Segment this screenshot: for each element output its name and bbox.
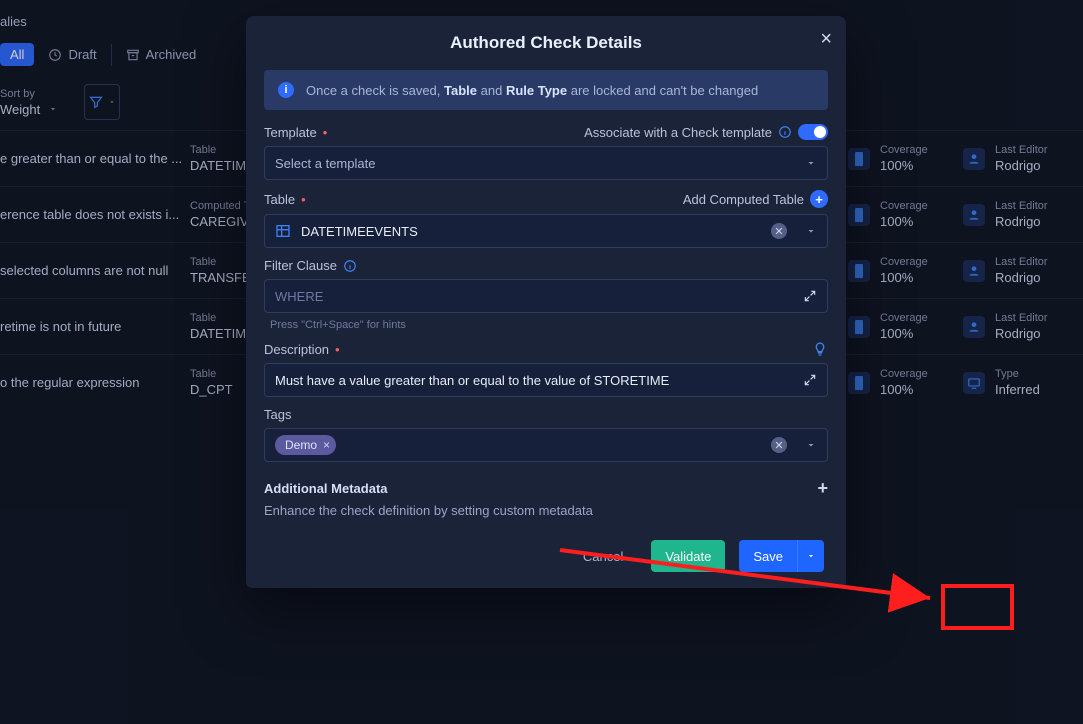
add-metadata-button[interactable]: + [817,478,828,499]
expand-icon[interactable] [803,373,817,387]
validate-button[interactable]: Validate [651,540,725,572]
add-computed-button[interactable]: + [810,190,828,208]
expand-icon[interactable] [803,289,817,303]
tag-chip[interactable]: Demo × [275,435,336,455]
table-label: Table [264,192,295,207]
description-value: Must have a value greater than or equal … [275,373,669,388]
additional-metadata-sub: Enhance the check definition by setting … [264,503,828,518]
tags-label: Tags [264,407,291,422]
clear-icon[interactable]: ✕ [771,223,787,239]
save-button[interactable]: Save [739,540,797,572]
filter-placeholder: WHERE [275,289,323,304]
cancel-button[interactable]: Cancel [569,540,637,572]
additional-metadata-header: Additional Metadata + [264,478,828,499]
add-computed-label[interactable]: Add Computed Table [683,192,804,207]
template-label: Template [264,125,317,140]
save-dropdown[interactable] [797,540,824,572]
required-indicator: • [335,342,340,357]
table-select[interactable]: DATETIMEEVENTS ✕ [264,214,828,248]
tags-input[interactable]: Demo × ✕ [264,428,828,462]
associate-toggle[interactable] [798,124,828,140]
info-banner: i Once a check is saved, Table and Rule … [264,70,828,110]
chevron-down-icon [805,157,817,169]
remove-tag-icon[interactable]: × [323,438,330,452]
chevron-down-icon [805,225,817,237]
required-indicator: • [323,125,328,140]
info-icon[interactable] [778,125,792,139]
clear-icon[interactable]: ✕ [771,437,787,453]
description-input[interactable]: Must have a value greater than or equal … [264,363,828,397]
template-placeholder: Select a template [275,156,375,171]
tag-text: Demo [285,438,317,452]
info-icon[interactable] [343,259,357,273]
close-icon[interactable]: × [820,28,832,51]
chevron-down-icon [806,551,816,561]
table-icon [275,223,291,239]
filter-label: Filter Clause [264,258,337,273]
authored-check-modal: Authored Check Details × i Once a check … [246,16,846,588]
chevron-down-icon [805,439,817,451]
template-select[interactable]: Select a template [264,146,828,180]
modal-actions: Cancel Validate Save [264,540,828,572]
description-label: Description [264,342,329,357]
table-value: DATETIMEEVENTS [301,224,418,239]
lightbulb-icon[interactable] [812,341,828,357]
associate-label: Associate with a Check template [584,125,772,140]
filter-input[interactable]: WHERE [264,279,828,313]
required-indicator: • [301,192,306,207]
info-text: Once a check is saved, Table and Rule Ty… [306,83,758,98]
info-icon: i [278,82,294,98]
filter-hint: Press "Ctrl+Space" for hints [270,319,828,331]
modal-title: Authored Check Details [450,33,642,53]
